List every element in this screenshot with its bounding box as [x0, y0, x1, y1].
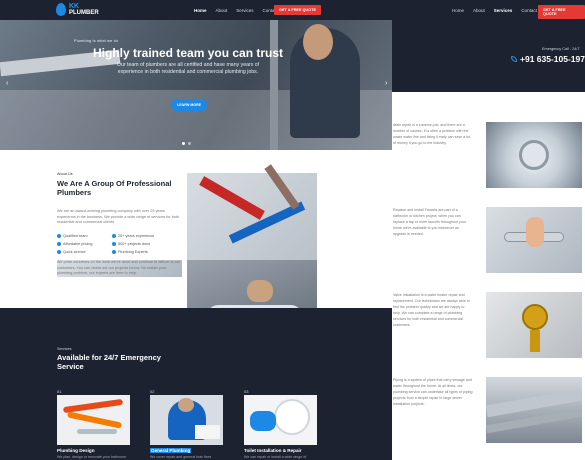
left-page: KK PLUMBER Home About Services Contact G…: [0, 0, 392, 460]
top-navbar: KK PLUMBER Home About Services Contact G…: [0, 0, 392, 20]
pipes-photo: [57, 395, 130, 445]
row-text: drain repair is a common job, and there …: [393, 123, 470, 145]
emergency-phone[interactable]: +91 635-105-1970: [511, 54, 585, 64]
nav-home[interactable]: Home: [452, 8, 464, 13]
card-number: 01: [57, 389, 62, 394]
services-kicker: Services: [57, 347, 72, 351]
about-paragraph-2: We pride ourselves on the work we've don…: [57, 260, 182, 277]
check-item: Affordable pricing: [57, 242, 112, 246]
card-title[interactable]: General Plumbing: [150, 448, 192, 453]
nav-about[interactable]: About: [473, 8, 485, 13]
nav-about[interactable]: About: [216, 8, 228, 13]
check-icon: [57, 234, 61, 238]
check-icon: [112, 234, 116, 238]
card-number: 03: [244, 389, 249, 394]
water-drop-icon: [56, 3, 66, 16]
check-icon: [57, 250, 61, 254]
emergency-kicker: Emergency Call - 24/7: [542, 47, 580, 51]
about-section: About Us We Are A Group Of Professional …: [0, 150, 392, 348]
brand-logo[interactable]: KK PLUMBER: [56, 3, 99, 16]
about-kicker: About Us: [57, 172, 73, 176]
check-item: Quick service: [57, 250, 112, 254]
card-number: 02: [150, 389, 155, 394]
check-icon: [112, 250, 116, 254]
card-title[interactable]: Plumbing Design: [57, 448, 95, 453]
slider-dots: [182, 142, 191, 145]
chevron-right-icon[interactable]: ›: [385, 80, 387, 87]
main-nav: Home About Services Contact: [194, 8, 278, 13]
hero-slider: [0, 20, 392, 150]
services-title: Available for 24/7 Emergency Service: [57, 353, 161, 371]
check-item: Qualified team: [57, 234, 112, 238]
wrenches-photo: [187, 164, 317, 260]
about-paragraph: We are an award-winning plumbing company…: [57, 209, 180, 224]
right-page: Home About Services Contact GET A FREE Q…: [392, 0, 585, 460]
slider-dot[interactable]: [182, 142, 185, 145]
hero-subtitle: Our team of plumbers are all certified a…: [116, 62, 260, 75]
faucet-photo: [486, 207, 582, 273]
check-item: 25+ years experience: [112, 234, 167, 238]
nav-home[interactable]: Home: [194, 8, 207, 13]
main-nav-right: Home About Services Contact: [452, 8, 537, 13]
card-description: We cover repair and general leak fixes: [150, 455, 212, 459]
check-item: Plumbing Experts: [112, 250, 167, 254]
top-navbar-right: Home About Services Contact GET A FREE Q…: [392, 0, 585, 20]
nav-services[interactable]: Services: [236, 8, 253, 13]
about-checklist: Qualified team 25+ years experience Affo…: [57, 234, 167, 254]
check-icon: [57, 242, 61, 246]
card-description: We can repair or install a wide range of: [244, 455, 307, 459]
row-text: Valve Installation is a water heater rep…: [393, 293, 470, 327]
free-quote-button[interactable]: GET A FREE QUOTE: [538, 5, 585, 19]
card-title[interactable]: Toilet Installation & Repair: [244, 448, 302, 453]
hero-kicker: Plumbing is what we do: [74, 39, 119, 43]
learn-more-button[interactable]: LEARN MORE: [171, 99, 208, 111]
about-title: We Are A Group Of Professional Plumbers: [57, 179, 172, 197]
row-text: Replace and Install Faucets are part of …: [393, 208, 466, 236]
toilet-photo: [244, 395, 317, 445]
slider-dot[interactable]: [188, 142, 191, 145]
hero-title: Highly trained team you can trust: [93, 46, 284, 60]
plumber-photo: [150, 395, 223, 445]
brand-bottom: PLUMBER: [69, 9, 99, 16]
drain-photo: [486, 122, 582, 188]
nav-contact[interactable]: Contact: [521, 8, 537, 13]
services-section: Services Available for 24/7 Emergency Se…: [0, 308, 392, 460]
check-item: 500+ projects done: [112, 242, 167, 246]
piping-photo: [486, 377, 582, 443]
valve-photo: [486, 292, 582, 358]
check-icon: [112, 242, 116, 246]
free-quote-button[interactable]: GET A FREE QUOTE: [274, 5, 322, 15]
card-description: We plan, design or renovate your bathroo…: [57, 455, 127, 459]
phone-icon: [511, 56, 517, 62]
nav-services[interactable]: Services: [494, 8, 513, 13]
chevron-left-icon[interactable]: ‹: [6, 80, 8, 87]
row-text: Piping is a system of pipes that carry s…: [393, 378, 473, 406]
